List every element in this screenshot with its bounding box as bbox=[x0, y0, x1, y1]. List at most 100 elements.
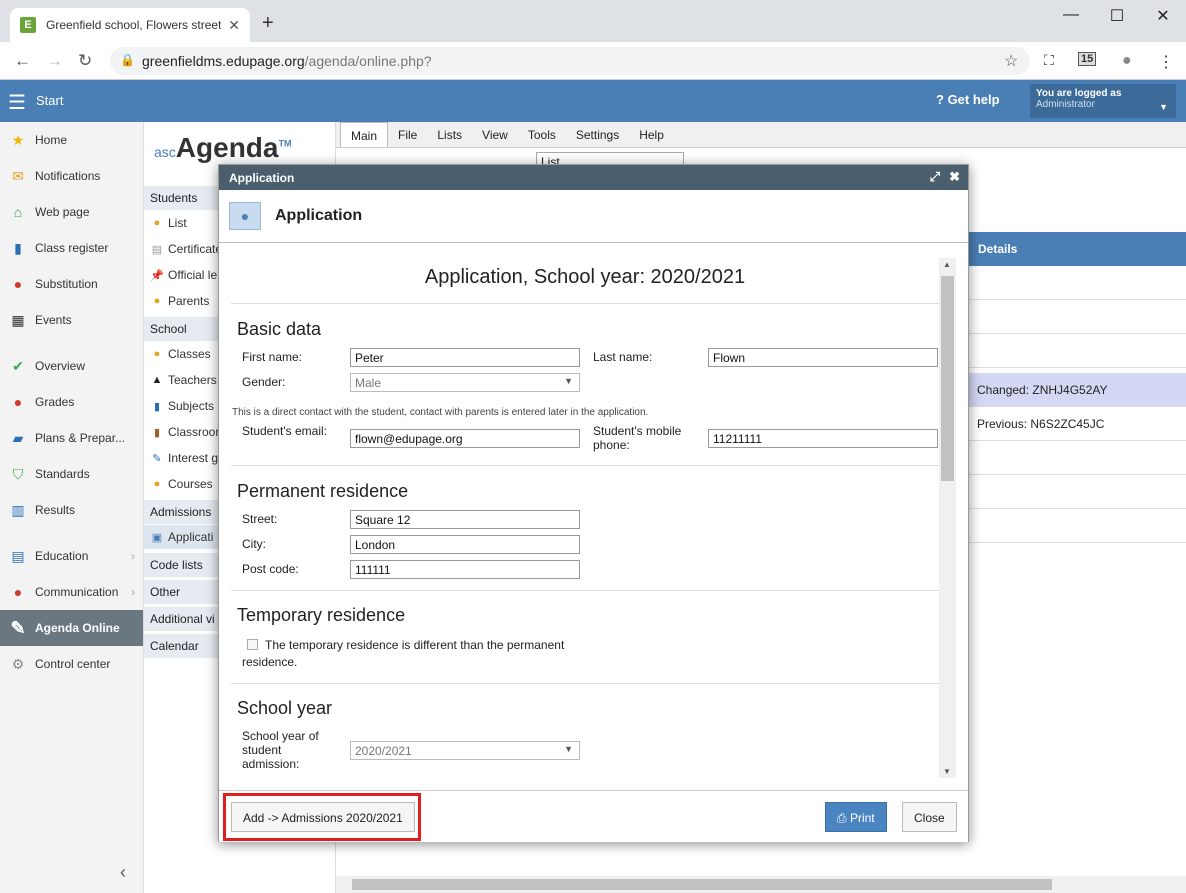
basic-data-heading: Basic data bbox=[237, 319, 322, 339]
new-tab-icon[interactable]: + bbox=[262, 12, 274, 35]
sidebar-item-class-register[interactable]: ▮ Class register bbox=[0, 230, 143, 266]
hamburger-menu-icon[interactable]: ☰ bbox=[8, 90, 26, 115]
url-field[interactable]: greenfieldms.edupage.org/agenda/online.p… bbox=[110, 47, 1030, 75]
collapse-sidebar-icon[interactable]: ‹ bbox=[120, 862, 126, 883]
submenu-item-label: Applicati bbox=[168, 530, 214, 544]
sidebar-item-notifications[interactable]: ✉ Notifications bbox=[0, 158, 143, 194]
sidebar-item-grades[interactable]: ● Grades bbox=[0, 384, 143, 420]
menu-help[interactable]: Help bbox=[629, 122, 674, 147]
sidebar-item-home[interactable]: ★ Home bbox=[0, 122, 143, 158]
temporary-residence-checkbox[interactable] bbox=[247, 639, 258, 650]
menu-main[interactable]: Main bbox=[340, 122, 389, 147]
dialog-titlebar[interactable]: Application ⤢ ✖ bbox=[219, 165, 968, 190]
details-row[interactable] bbox=[968, 300, 1186, 334]
details-row[interactable]: Previous: N6S2ZC45JC bbox=[968, 407, 1186, 441]
sidebar-item-substitution[interactable]: ● Substitution bbox=[0, 266, 143, 302]
logo-prefix: asc bbox=[154, 144, 176, 160]
scrollbar-thumb[interactable] bbox=[352, 879, 1052, 890]
details-row[interactable]: Changed: ZNHJ4G52AY bbox=[968, 373, 1186, 407]
permanent-residence-heading: Permanent residence bbox=[237, 481, 409, 501]
chevron-right-icon: › bbox=[131, 585, 135, 599]
gender-select[interactable]: Male ▼ bbox=[350, 373, 580, 392]
chevron-down-icon: ▼ bbox=[564, 376, 573, 386]
admission-year-select[interactable]: 2020/2021 ▼ bbox=[350, 741, 580, 760]
chevron-down-icon: ▼ bbox=[564, 744, 573, 754]
user-account-dropdown[interactable]: You are logged as Administrator ▼ bbox=[1030, 84, 1176, 118]
street-input[interactable]: Square 12 bbox=[350, 510, 580, 529]
menu-tools[interactable]: Tools bbox=[518, 122, 566, 147]
tab-close-icon[interactable]: ✕ bbox=[228, 17, 240, 34]
back-icon[interactable]: ← bbox=[14, 51, 31, 71]
sidebar-item-control-center[interactable]: ⚙ Control center bbox=[0, 646, 143, 682]
print-label: Print bbox=[849, 811, 875, 825]
dialog-window-title: Application bbox=[229, 171, 295, 185]
get-help-link[interactable]: ? Get help bbox=[936, 92, 1000, 107]
reload-icon[interactable]: ↻ bbox=[78, 51, 92, 71]
forward-icon[interactable]: → bbox=[46, 51, 63, 71]
sidebar-item-plans[interactable]: ▰ Plans & Prepar... bbox=[0, 420, 143, 456]
screenshot-extension-icon[interactable]: ⛶ bbox=[1044, 52, 1054, 69]
expand-icon[interactable]: ⤢ bbox=[930, 169, 940, 185]
horizontal-scrollbar[interactable] bbox=[336, 876, 1186, 893]
menu-view[interactable]: View bbox=[472, 122, 518, 147]
sidebar-item-label: Web page bbox=[35, 205, 90, 219]
star-icon: ★ bbox=[11, 131, 25, 148]
first-name-input[interactable]: Peter bbox=[350, 348, 580, 367]
admission-year-label-line1: School year of bbox=[242, 729, 319, 743]
admission-year-label: School year of student admission: bbox=[242, 729, 319, 771]
menu-file[interactable]: File bbox=[388, 122, 427, 147]
menu-settings[interactable]: Settings bbox=[566, 122, 629, 147]
sidebar-item-communication[interactable]: ● Communication › bbox=[0, 574, 143, 610]
calendar-extension-icon[interactable]: 15 bbox=[1078, 52, 1097, 66]
house-icon: ⌂ bbox=[13, 204, 23, 220]
sidebar-item-web-page[interactable]: ⌂ Web page bbox=[0, 194, 143, 230]
details-row[interactable] bbox=[968, 475, 1186, 509]
briefcase-icon: ▰ bbox=[12, 429, 24, 446]
browser-menu-icon[interactable]: ⋮ bbox=[1158, 52, 1174, 72]
sidebar-item-standards[interactable]: ⛉ Standards bbox=[0, 456, 143, 492]
admission-year-label-line3: admission: bbox=[242, 757, 300, 771]
minimize-icon[interactable]: — bbox=[1056, 6, 1086, 24]
sidebar-item-education[interactable]: ▤ Education › bbox=[0, 538, 143, 574]
url-path: /agenda/online.php? bbox=[304, 53, 432, 69]
last-name-input[interactable]: Flown bbox=[708, 348, 938, 367]
sidebar-item-agenda-online[interactable]: ✎ Agenda Online bbox=[0, 610, 143, 646]
dialog-close-icon[interactable]: ✖ bbox=[949, 169, 960, 185]
sidebar-item-results[interactable]: ▥ Results bbox=[0, 492, 143, 528]
browser-tab[interactable]: E Greenfield school, Flowers street ✕ bbox=[10, 8, 250, 42]
window-close-icon[interactable]: ✕ bbox=[1148, 6, 1178, 26]
details-row[interactable] bbox=[968, 509, 1186, 543]
sidebar-item-label: Results bbox=[35, 503, 76, 517]
menu-lists[interactable]: Lists bbox=[427, 122, 472, 147]
bookmark-star-icon[interactable]: ☆ bbox=[1004, 51, 1018, 71]
start-link[interactable]: Start bbox=[36, 93, 63, 108]
scroll-up-icon[interactable]: ▲ bbox=[943, 260, 951, 269]
print-button[interactable]: ⎙ Print bbox=[825, 802, 887, 832]
add-to-admissions-button[interactable]: Add -> Admissions 2020/2021 bbox=[231, 802, 415, 832]
post-code-input[interactable]: 111111 bbox=[350, 560, 580, 579]
close-button[interactable]: Close bbox=[902, 802, 957, 832]
interest-group-icon: ✎ bbox=[152, 452, 162, 465]
details-row[interactable] bbox=[968, 266, 1186, 300]
sidebar-item-label: Overview bbox=[35, 359, 86, 373]
maximize-icon[interactable]: ☐ bbox=[1102, 6, 1132, 26]
scroll-down-icon[interactable]: ▼ bbox=[943, 767, 951, 776]
form-vertical-scrollbar[interactable]: ▲ ▼ bbox=[939, 258, 956, 778]
sidebar-item-events[interactable]: ▦ Events bbox=[0, 302, 143, 338]
mobile-input[interactable]: 11211111 bbox=[708, 429, 938, 448]
gear-icon: ⚙ bbox=[11, 655, 25, 672]
details-row[interactable] bbox=[968, 441, 1186, 475]
scrollbar-thumb[interactable] bbox=[941, 276, 954, 481]
school-year-heading: School year bbox=[237, 698, 333, 718]
profile-icon[interactable]: ● bbox=[1122, 52, 1132, 70]
chevron-right-icon: › bbox=[131, 549, 135, 563]
address-bar: ← → ↻ greenfieldms.edupage.org/agenda/on… bbox=[0, 42, 1186, 80]
app-header: ☰ Start ? Get help You are logged as Adm… bbox=[0, 80, 1186, 122]
sidebar-item-label: Class register bbox=[35, 241, 109, 255]
city-input[interactable]: London bbox=[350, 535, 580, 554]
sidebar-item-overview[interactable]: ✔ Overview bbox=[0, 348, 143, 384]
email-input[interactable]: flown@edupage.org bbox=[350, 429, 580, 448]
details-row[interactable] bbox=[968, 334, 1186, 368]
lock-icon[interactable]: 🔒 bbox=[120, 53, 135, 67]
sidebar-item-label: Standards bbox=[35, 467, 90, 481]
